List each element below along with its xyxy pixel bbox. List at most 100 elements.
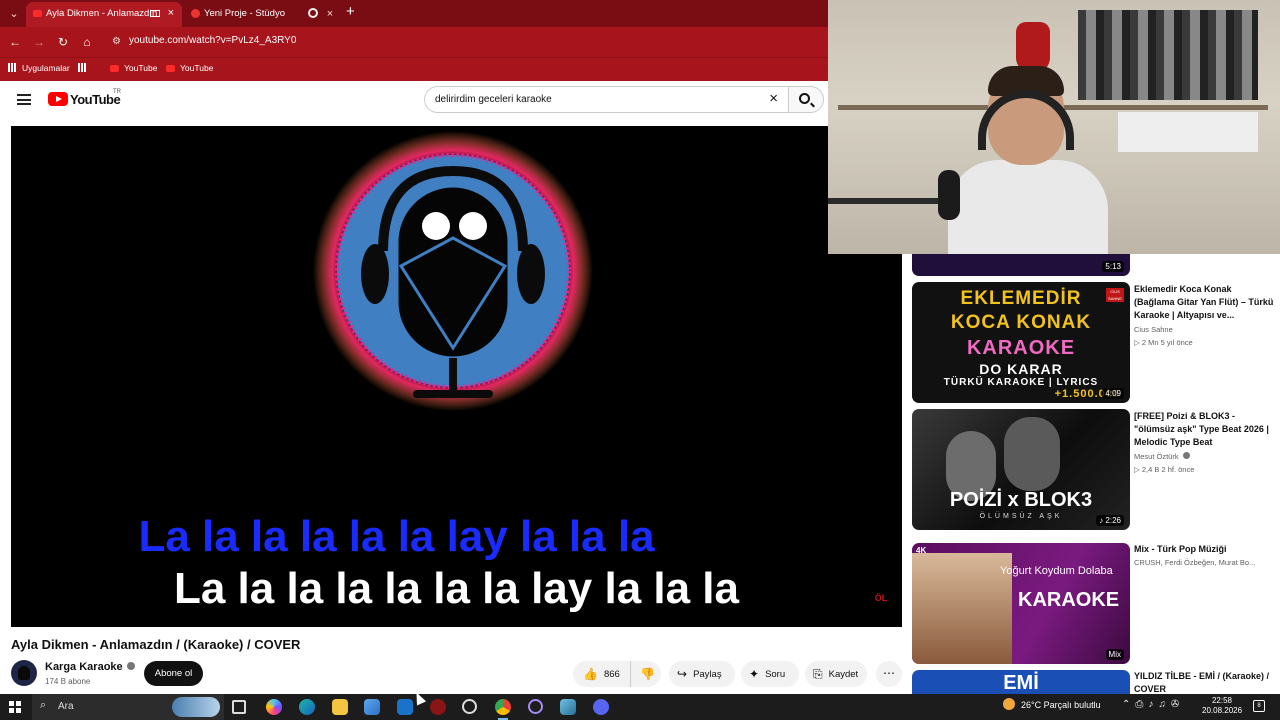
eye-right: [459, 212, 487, 240]
weather-widget[interactable]: 26°C Parçalı bulutlu: [1003, 698, 1101, 710]
channel-name[interactable]: Karga Karaoke: [45, 661, 135, 673]
system-tray-icons[interactable]: ⌃⎙♪♫✇: [1122, 699, 1184, 710]
recommendation-thumbnail[interactable]: EKLEMEDİR KOCA KONAK KARAOKE DO KARAR TÜ…: [912, 282, 1130, 403]
youtube-icon: [166, 65, 175, 72]
file-explorer-icon[interactable]: [332, 699, 348, 715]
streamer: [948, 66, 1108, 254]
like-button[interactable]: 👍 866: [573, 661, 629, 687]
mix-badge: Mix: [1105, 649, 1124, 660]
recommendation-meta: ▷ 2,4 B 2 hf. önce: [1134, 465, 1195, 474]
clock-date: 20.08.2026: [1202, 706, 1243, 715]
thumbs-down-icon: 👎: [640, 667, 655, 681]
app-blue-icon[interactable]: [560, 699, 576, 715]
clock-time: 22:58: [1211, 696, 1233, 705]
share-button[interactable]: ↪ Paylaş: [669, 661, 735, 687]
recommendation-thumbnail[interactable]: POİZİ x BLOK3 ÖLÜMSÜZ AŞK ♪ 2:26: [912, 409, 1130, 530]
youtube-logo-icon[interactable]: [48, 92, 68, 106]
app-circle-icon[interactable]: [462, 699, 477, 714]
studio-favicon-icon: [191, 9, 200, 18]
channel-avatar[interactable]: [11, 660, 37, 686]
thumb-person: [912, 553, 1012, 664]
mail-icon[interactable]: [397, 699, 413, 715]
thumb-text: +1.500.000: [1054, 388, 1120, 400]
close-tab-icon[interactable]: ×: [322, 6, 338, 22]
taskbar-search[interactable]: ⌕ Ara: [32, 694, 224, 720]
grid-icon[interactable]: [78, 63, 92, 73]
bookmark-youtube-1[interactable]: YouTube: [110, 63, 157, 73]
recommendation-channel[interactable]: Mesut Öztürk: [1134, 452, 1190, 461]
app-red-icon[interactable]: [430, 699, 446, 715]
channel-watermark: ÖL: [874, 593, 888, 603]
reload-icon[interactable]: ↻: [55, 34, 71, 50]
url-text: youtube.com/watch?v=PvLz4_A3RY0: [129, 35, 297, 46]
bookmark-apps[interactable]: Uygulamalar: [8, 63, 70, 73]
recommendation-thumbnail[interactable]: EMİ: [912, 670, 1130, 694]
thumb-person: [1004, 417, 1060, 491]
webcam-overlay: [828, 0, 1280, 254]
recommendation-thumbnail[interactable]: 4K Yoğurt Koydum Dolaba KARAOKE Mix: [912, 543, 1130, 664]
eye-left: [422, 212, 450, 240]
recommendation-channel[interactable]: CRUSH, Ferdi Özbeğen, Murat Bo...: [1134, 558, 1255, 567]
search-icon: ⌕: [40, 699, 47, 711]
thumb-text: DO KARAR: [979, 361, 1063, 377]
recommendation-channel[interactable]: Cius Sahne: [1134, 325, 1173, 334]
subscribe-button[interactable]: Abone ol: [144, 661, 203, 686]
start-menu-icon[interactable]: [9, 701, 21, 713]
clear-search-icon[interactable]: ×: [769, 90, 778, 107]
edge-icon[interactable]: [299, 699, 315, 715]
like-dislike-group: 👍 866 👎: [573, 661, 661, 687]
duration-badge: ♪ 2:26: [1096, 515, 1124, 526]
copilot-icon[interactable]: [266, 699, 282, 715]
site-info-icon[interactable]: ⚙: [112, 36, 124, 48]
new-tab-button[interactable]: +: [346, 3, 355, 20]
search-button[interactable]: [788, 86, 824, 113]
home-icon[interactable]: ⌂: [79, 34, 95, 50]
recommendation-thumbnail-partial[interactable]: 5:13: [912, 254, 1130, 276]
obs-icon[interactable]: [528, 699, 543, 714]
browser-nav-bar: ← → ↻ ⌂ ⚙ youtube.com/watch?v=PvLz4_A3RY…: [0, 27, 828, 57]
tab-search-chevron-icon[interactable]: ⌄: [6, 6, 22, 22]
thumb-text: 4K: [916, 546, 927, 555]
store-icon[interactable]: [364, 699, 380, 715]
youtube-icon: [110, 65, 119, 72]
close-tab-icon[interactable]: ×: [168, 2, 174, 25]
lyric-line-highlighted: La la la la la la lay la la la: [138, 512, 655, 561]
chrome-icon[interactable]: [495, 699, 511, 720]
apps-grid-icon: [8, 63, 17, 72]
save-button[interactable]: ⎘ Kaydet: [805, 661, 867, 687]
lamp: [1016, 22, 1050, 72]
more-options-icon[interactable]: ⋯: [876, 661, 902, 687]
search-highlight-image: [172, 697, 220, 717]
thumb-text: EKLEMEDİR: [960, 288, 1082, 309]
notification-icon[interactable]: 8: [1253, 700, 1265, 712]
recommendation-title[interactable]: Mix - Türk Pop Müziği: [1134, 543, 1274, 556]
forward-arrow-icon[interactable]: →: [31, 34, 47, 50]
address-bar[interactable]: ⚙ youtube.com/watch?v=PvLz4_A3RY0: [104, 30, 828, 54]
recommendation-title[interactable]: YILDIZ TİLBE - EMİ / (Karaoke) / COVER: [1134, 670, 1274, 694]
video-player[interactable]: La la la la la la lay la la la La la la …: [11, 126, 902, 627]
dislike-button[interactable]: 👎: [630, 661, 661, 687]
bookmark-youtube-2[interactable]: YouTube: [166, 63, 213, 73]
task-view-icon[interactable]: [232, 700, 246, 714]
clock[interactable]: 22:58 20.08.2026: [1202, 696, 1242, 716]
back-arrow-icon[interactable]: ←: [7, 34, 23, 50]
ask-button[interactable]: ✦ Soru: [741, 661, 799, 687]
shelf-items: [1118, 112, 1258, 152]
video-title: Ayla Dikmen - Anlamazdın / (Karaoke) / C…: [11, 637, 301, 652]
subscriber-count: 174 B abone: [45, 677, 91, 686]
microphone-base: [413, 390, 493, 398]
tab-title: Ayla Dikmen - Anlamazdın: [46, 8, 158, 19]
discord-icon[interactable]: [593, 699, 609, 715]
share-icon: ↪: [677, 667, 688, 681]
recommendation-title[interactable]: Eklemedir Koca Konak (Bağlama Gitar Yan …: [1134, 283, 1274, 322]
thumb-text: TÜRKÜ KARAOKE | LYRICS: [943, 377, 1099, 388]
search-input[interactable]: delirirdim geceleri karaoke ×: [424, 86, 788, 113]
menu-icon[interactable]: [17, 94, 31, 105]
thumb-text: Yoğurt Koydum Dolaba: [1000, 565, 1113, 577]
headphone-right: [517, 244, 545, 304]
tab-ayla-dikmen[interactable]: Ayla Dikmen - Anlamazdın ×: [26, 2, 182, 27]
taskbar: ⌕ Ara 26°C Parçalı bulutlu ⌃⎙♪♫✇ 22:58 2…: [0, 694, 1280, 720]
sparkle-icon: ✦: [749, 667, 760, 681]
youtube-favicon-icon: [33, 10, 42, 17]
recommendation-title[interactable]: [FREE] Poizi & BLOK3 - "ölümsüz aşk" Typ…: [1134, 410, 1274, 449]
